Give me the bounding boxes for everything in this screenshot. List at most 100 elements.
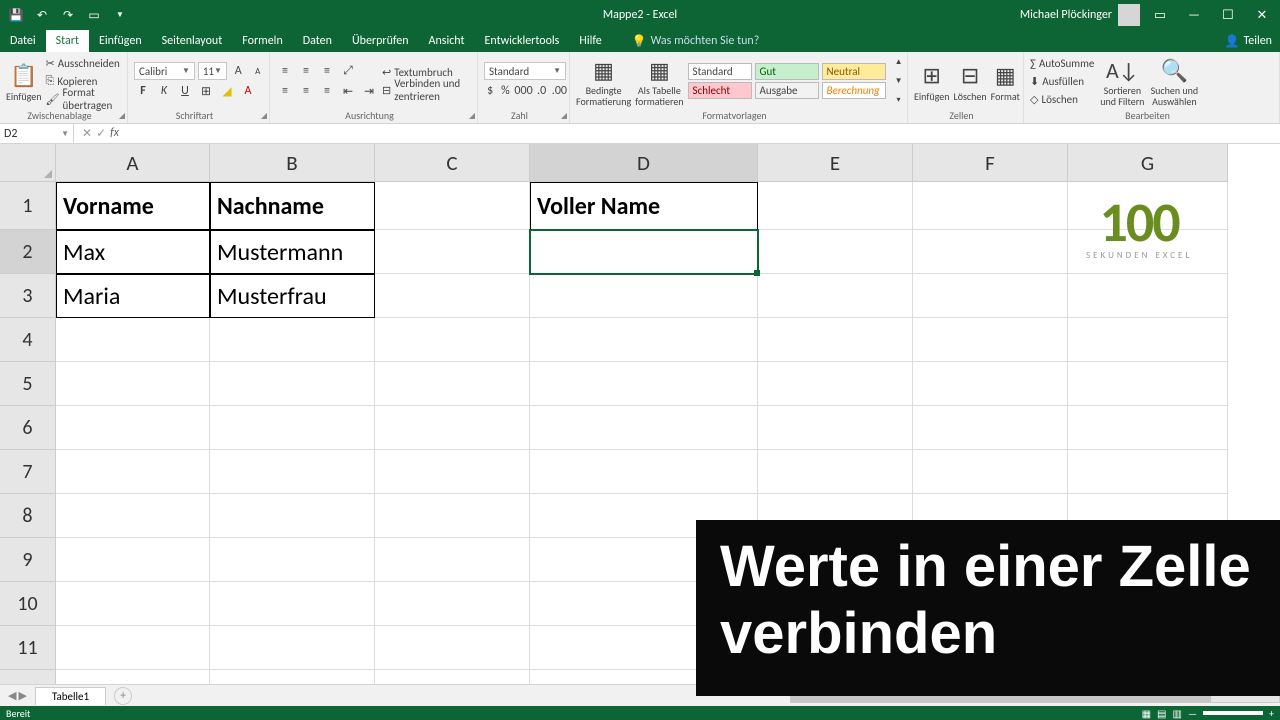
orientation-icon[interactable]: ⤢ <box>339 62 357 80</box>
user-name[interactable]: Michael Plöckinger <box>1020 8 1112 22</box>
clear-button[interactable]: ◇Löschen <box>1030 91 1094 107</box>
tab-developer[interactable]: Entwicklertools <box>475 30 570 52</box>
tab-review[interactable]: Überprüfen <box>342 30 419 52</box>
column-header-G[interactable]: G <box>1068 144 1228 182</box>
fill-button[interactable]: ⬇Ausfüllen <box>1030 73 1094 89</box>
paste-button[interactable]: 📋 Einfügen <box>6 54 42 112</box>
save-icon[interactable]: 💾 <box>6 5 26 25</box>
increase-decimal-icon[interactable]: .0 <box>536 82 548 100</box>
cell-A9[interactable] <box>56 538 210 582</box>
align-left-icon[interactable]: ≡ <box>276 82 294 100</box>
zoom-slider[interactable] <box>1203 711 1263 715</box>
conditional-formatting-button[interactable]: ▦Bedingte Formatierung <box>576 54 631 112</box>
sort-filter-button[interactable]: A↓Sortieren und Filtern <box>1098 54 1146 112</box>
cell-C5[interactable] <box>375 362 530 406</box>
add-sheet-button[interactable]: + <box>114 687 132 705</box>
view-normal-icon[interactable]: ▦ <box>1142 707 1151 720</box>
number-launcher-icon[interactable]: ◢ <box>561 111 567 121</box>
align-bottom-icon[interactable]: ≡ <box>318 62 336 80</box>
styles-more-icon[interactable]: ▾ <box>890 91 908 108</box>
cell-C3[interactable] <box>375 274 530 318</box>
cell-B9[interactable] <box>210 538 375 582</box>
view-break-icon[interactable]: ▥ <box>1173 707 1182 720</box>
sheet-next-icon[interactable]: ▶ <box>18 689 26 702</box>
cell-A3[interactable]: Maria <box>56 274 210 318</box>
cancel-icon[interactable]: ✕ <box>82 126 92 141</box>
cell-C4[interactable] <box>375 318 530 362</box>
cell-D5[interactable] <box>530 362 758 406</box>
cell-A5[interactable] <box>56 362 210 406</box>
cell-B5[interactable] <box>210 362 375 406</box>
cell-B11[interactable] <box>210 626 375 670</box>
cell-A11[interactable] <box>56 626 210 670</box>
autosum-button[interactable]: ∑AutoSumme <box>1030 55 1094 71</box>
cell-G5[interactable] <box>1068 362 1228 406</box>
increase-font-icon[interactable]: A <box>230 62 247 80</box>
cell-A7[interactable] <box>56 450 210 494</box>
minimize-icon[interactable]: — <box>1180 4 1208 26</box>
row-header-5[interactable]: 5 <box>0 362 56 406</box>
cell-F2[interactable] <box>913 230 1068 274</box>
style-calc[interactable]: Berechnung <box>822 82 886 99</box>
cell-D2[interactable] <box>530 230 758 274</box>
cell-A6[interactable] <box>56 406 210 450</box>
maximize-icon[interactable]: ☐ <box>1214 4 1242 26</box>
align-middle-icon[interactable]: ≡ <box>297 62 315 80</box>
row-header-3[interactable]: 3 <box>0 274 56 318</box>
cell-F1[interactable] <box>913 182 1068 230</box>
row-header-2[interactable]: 2 <box>0 230 56 274</box>
styles-up-icon[interactable]: ▲ <box>890 54 908 71</box>
cell-C9[interactable] <box>375 538 530 582</box>
enter-icon[interactable]: ✓ <box>96 126 106 141</box>
select-all-corner[interactable] <box>0 144 56 182</box>
underline-button[interactable]: U <box>176 82 194 100</box>
column-header-B[interactable]: B <box>210 144 375 182</box>
fill-color-button[interactable]: ◢ <box>218 82 236 100</box>
zoom-out-icon[interactable]: — <box>1188 707 1197 720</box>
style-standard[interactable]: Standard <box>688 63 752 80</box>
cell-A1[interactable]: Vorname <box>56 182 210 230</box>
row-header-10[interactable]: 10 <box>0 582 56 626</box>
cell-B1[interactable]: Nachname <box>210 182 375 230</box>
user-avatar-icon[interactable] <box>1118 4 1140 26</box>
decrease-decimal-icon[interactable]: .00 <box>551 82 568 100</box>
tab-start[interactable]: Start <box>46 30 89 52</box>
cell-G7[interactable] <box>1068 450 1228 494</box>
bold-button[interactable]: F <box>134 82 152 100</box>
row-header-9[interactable]: 9 <box>0 538 56 582</box>
align-launcher-icon[interactable]: ◢ <box>469 111 475 121</box>
style-good[interactable]: Gut <box>755 63 819 80</box>
cell-E2[interactable] <box>758 230 913 274</box>
row-header-6[interactable]: 6 <box>0 406 56 450</box>
cell-F4[interactable] <box>913 318 1068 362</box>
tab-insert[interactable]: Einfügen <box>89 30 152 52</box>
cell-G4[interactable] <box>1068 318 1228 362</box>
fill-handle[interactable] <box>754 270 760 276</box>
delete-cells-button[interactable]: ⊟Löschen <box>954 54 987 112</box>
styles-down-icon[interactable]: ▼ <box>890 73 908 90</box>
cell-D7[interactable] <box>530 450 758 494</box>
touch-mode-icon[interactable]: ▭ <box>84 5 104 25</box>
decrease-font-icon[interactable]: A <box>249 62 266 80</box>
tab-formulas[interactable]: Formeln <box>232 30 292 52</box>
cell-B7[interactable] <box>210 450 375 494</box>
tab-layout[interactable]: Seitenlayout <box>152 30 233 52</box>
italic-button[interactable]: K <box>155 82 173 100</box>
accounting-icon[interactable]: $ <box>484 82 496 100</box>
cell-B6[interactable] <box>210 406 375 450</box>
font-name-combo[interactable]: Calibri▼ <box>134 62 195 80</box>
align-center-icon[interactable]: ≡ <box>297 82 315 100</box>
column-header-D[interactable]: D <box>530 144 758 182</box>
cell-C11[interactable] <box>375 626 530 670</box>
cell-F5[interactable] <box>913 362 1068 406</box>
decrease-indent-icon[interactable]: ⇤ <box>339 82 357 100</box>
border-button[interactable]: ⊞ <box>197 82 215 100</box>
share-button[interactable]: 👤 Teilen <box>1225 34 1280 49</box>
find-select-button[interactable]: 🔍Suchen und Auswählen <box>1150 54 1198 112</box>
cut-button[interactable]: ✂Ausschneiden <box>46 55 121 71</box>
style-output[interactable]: Ausgabe <box>755 82 819 99</box>
style-neutral[interactable]: Neutral <box>822 63 886 80</box>
cell-B4[interactable] <box>210 318 375 362</box>
tell-me-search[interactable]: 💡 Was möchten Sie tun? <box>632 34 760 49</box>
name-box[interactable]: D2▼ <box>0 124 74 143</box>
